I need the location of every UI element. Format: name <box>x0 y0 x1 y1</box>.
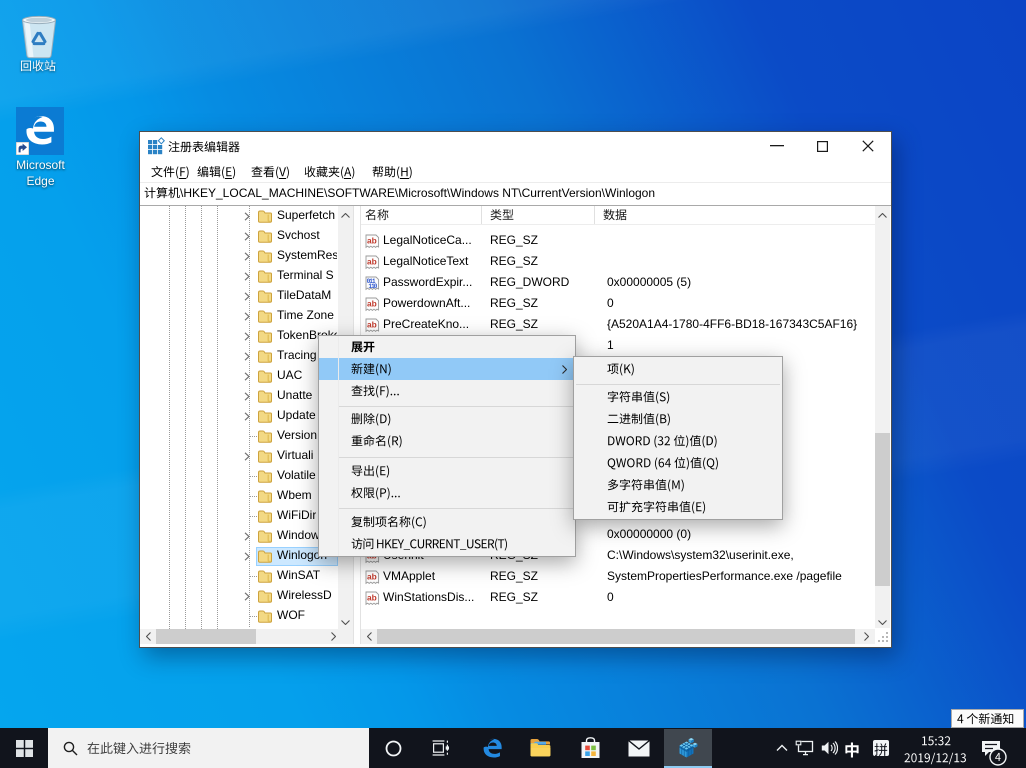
svg-text:ab: ab <box>367 592 377 602</box>
svg-text:ab: ab <box>367 298 377 308</box>
svg-text:ab: ab <box>367 235 377 245</box>
svg-text:ab: ab <box>367 256 377 266</box>
svg-text:ab: ab <box>367 319 377 329</box>
svg-text:110: 110 <box>368 283 377 290</box>
svg-text:ab: ab <box>367 571 377 581</box>
